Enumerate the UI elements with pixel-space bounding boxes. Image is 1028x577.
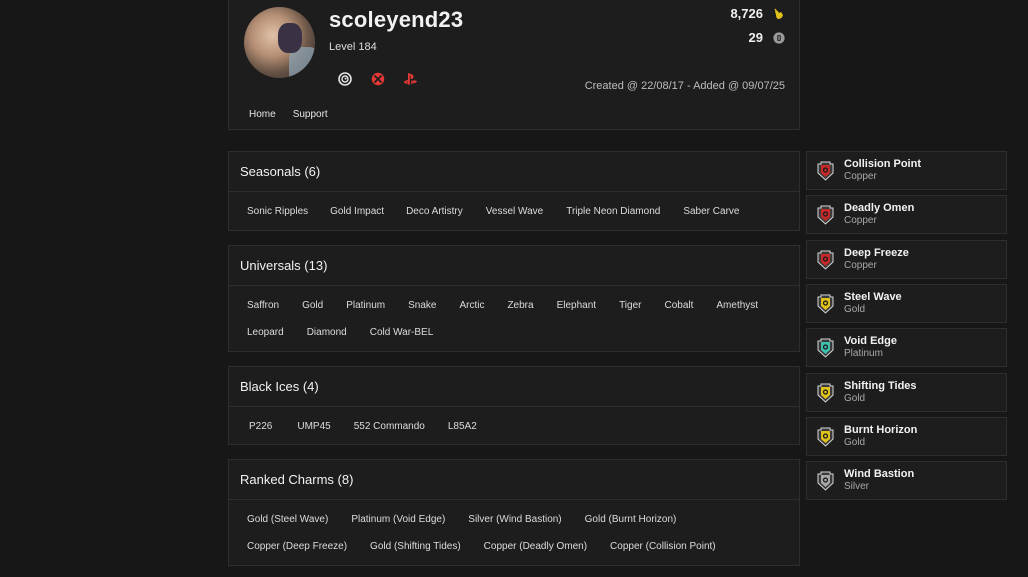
- charm-rank: Gold: [844, 303, 866, 315]
- nav-home[interactable]: Home: [249, 109, 276, 120]
- account-dates: Created @ 22/08/17 - Added @ 09/07/25: [584, 80, 785, 92]
- charm-card[interactable]: Deadly Omen Copper: [806, 195, 1007, 235]
- seasonal-skin: Deco Artistry: [406, 206, 463, 217]
- seasonal-skin: Saber Carve: [683, 206, 740, 217]
- charm-name: Shifting Tides: [844, 379, 917, 392]
- seasonal-skin: Triple Neon Diamond: [566, 206, 661, 217]
- universal-skin: Cold War-BEL: [369, 327, 434, 338]
- seasonal-skin: Gold Impact: [330, 206, 385, 217]
- alpha-pack-stat: 29: [749, 30, 785, 45]
- charm-rank: Gold: [844, 392, 866, 404]
- rank-badge-icon: [817, 205, 834, 225]
- ranked-charm: Platinum (Void Edge): [351, 514, 446, 525]
- charm-card[interactable]: Steel Wave Gold: [806, 283, 1007, 323]
- ranked-charm: Copper (Deadly Omen): [483, 541, 588, 552]
- seasonals-list: Sonic Ripples Gold Impact Deco Artistry …: [229, 192, 799, 225]
- renown-stat: 8,726: [730, 6, 785, 21]
- charm-rank: Copper: [844, 171, 877, 182]
- rank-badge-icon: [817, 383, 834, 403]
- nav-support[interactable]: Support: [293, 109, 328, 120]
- charm-card[interactable]: Wind Bastion Silver: [806, 461, 1007, 501]
- ranked-charms-title: Ranked Charms (8): [229, 460, 799, 500]
- charm-card[interactable]: Burnt Horizon Gold: [806, 416, 1007, 456]
- seasonals-section: Seasonals (6) Sonic Ripples Gold Impact …: [228, 151, 800, 231]
- ubisoft-icon[interactable]: [337, 71, 352, 86]
- black-ice-weapon: L85A2: [447, 421, 477, 432]
- seasonal-skin: Sonic Ripples: [247, 206, 309, 217]
- charm-name: Steel Wave: [844, 290, 902, 303]
- ranked-charm: Copper (Deep Freeze): [247, 541, 348, 552]
- player-level: Level 184: [329, 41, 377, 53]
- black-ices-section: Black Ices (4) P226 UMP45 552 Commando L…: [228, 366, 800, 445]
- universal-skin: Tiger: [619, 300, 642, 311]
- black-ice-weapon: UMP45: [297, 421, 331, 432]
- charm-rank: Copper: [844, 215, 877, 227]
- universal-skin: Snake: [408, 300, 437, 311]
- universal-skin: Platinum: [346, 300, 386, 311]
- alpha-pack-icon: [772, 31, 785, 44]
- charm-rank: Platinum: [844, 348, 883, 360]
- charm-name: Collision Point: [844, 158, 921, 170]
- xbox-icon[interactable]: [370, 71, 385, 86]
- rank-badge-icon: [817, 161, 834, 181]
- charm-name: Deep Freeze: [844, 246, 909, 259]
- charm-card[interactable]: Shifting Tides Gold: [806, 372, 1007, 412]
- seasonal-skin: Vessel Wave: [485, 206, 544, 217]
- universal-skin: Diamond: [306, 327, 347, 338]
- ranked-charms-section: Ranked Charms (8) Gold (Steel Wave) Plat…: [228, 459, 800, 566]
- universals-section: Universals (13) Saffron Gold Platinum Sn…: [228, 245, 800, 352]
- charm-name: Void Edge: [844, 335, 897, 348]
- alpha-pack-value: 29: [748, 30, 763, 45]
- charm-rank: Silver: [844, 481, 870, 493]
- universal-skin: Leopard: [247, 327, 284, 338]
- rank-badge-icon: [817, 471, 834, 491]
- universal-skin: Amethyst: [716, 300, 759, 311]
- rank-badge-icon: [817, 338, 834, 358]
- charm-card[interactable]: Void Edge Platinum: [806, 328, 1007, 368]
- universal-skin: Arctic: [459, 300, 485, 311]
- platform-links: [337, 71, 418, 86]
- renown-value: 8,726: [730, 6, 763, 21]
- ranked-charm: Gold (Burnt Horizon): [584, 514, 677, 525]
- universal-skin: Saffron: [247, 300, 280, 311]
- avatar: [244, 7, 315, 78]
- black-ice-weapon: P226: [249, 421, 273, 432]
- profile-nav: Home Support: [249, 109, 328, 120]
- black-ice-weapon: 552 Commando: [353, 421, 425, 432]
- universals-title: Universals (13): [229, 246, 799, 286]
- black-ices-list: P226 UMP45 552 Commando L85A2: [229, 407, 799, 440]
- universals-list: Saffron Gold Platinum Snake Arctic Zebra…: [229, 286, 799, 346]
- ranked-charms-list: Gold (Steel Wave) Platinum (Void Edge) S…: [229, 500, 799, 560]
- rank-badge-icon: [817, 294, 834, 314]
- charm-card[interactable]: Deep Freeze Copper: [806, 239, 1007, 279]
- charm-name: Wind Bastion: [844, 468, 915, 481]
- universal-skin: Cobalt: [664, 300, 694, 311]
- charm-name: Deadly Omen: [844, 202, 915, 215]
- rank-badge-icon: [817, 427, 834, 447]
- renown-icon: [772, 7, 785, 20]
- seasonals-title: Seasonals (6): [229, 152, 799, 192]
- charm-card[interactable]: Collision Point Copper: [806, 151, 1007, 190]
- ranked-charm: Copper (Collision Point): [610, 541, 716, 552]
- black-ices-title: Black Ices (4): [229, 367, 799, 407]
- ranked-charm: Gold (Shifting Tides): [370, 541, 461, 552]
- charm-rank: Copper: [844, 259, 877, 271]
- username: scoleyend23: [329, 7, 464, 32]
- charm-rank: Gold: [844, 436, 866, 448]
- playstation-icon[interactable]: [403, 71, 418, 86]
- ranked-charm: Gold (Steel Wave): [247, 514, 329, 525]
- rank-badge-icon: [817, 250, 834, 270]
- universal-skin: Elephant: [556, 300, 597, 311]
- profile-header: scoleyend23 Level 184 8,726 29 Created @…: [228, 0, 800, 130]
- charm-name: Burnt Horizon: [844, 423, 918, 436]
- universal-skin: Zebra: [507, 300, 534, 311]
- ranked-charm: Silver (Wind Bastion): [468, 514, 562, 525]
- universal-skin: Gold: [302, 300, 324, 311]
